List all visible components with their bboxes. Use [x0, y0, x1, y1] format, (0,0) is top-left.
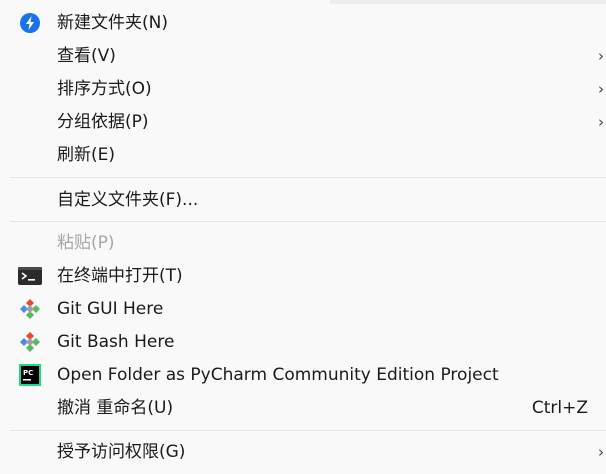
- menu-item-label: 撤消 重命名(U): [57, 398, 174, 418]
- menu-separator: [10, 221, 606, 222]
- menu-item-undo-rename[interactable]: 撤消 重命名(U) Ctrl+Z: [6, 392, 602, 424]
- terminal-icon: [18, 265, 42, 287]
- pycharm-icon-text: PC: [23, 369, 33, 377]
- menu-item-view[interactable]: 查看(V) ›: [6, 40, 604, 72]
- context-menu: 新建文件夹(N) 查看(V) › 排序方式(O) › 分组依据(P) › 刷新(…: [0, 0, 606, 474]
- menu-item-label: 在终端中打开(T): [57, 266, 183, 286]
- menu-separator: [10, 430, 606, 431]
- menu-item-git-gui-here[interactable]: Git GUI Here: [6, 293, 602, 325]
- menu-item-label: 分组依据(P): [57, 112, 149, 132]
- chevron-right-icon: ›: [598, 47, 604, 65]
- menu-separator: [10, 177, 606, 178]
- window-edge: [330, 0, 606, 4]
- menu-item-open-in-terminal[interactable]: 在终端中打开(T): [6, 260, 602, 292]
- chevron-right-icon: ›: [598, 443, 604, 461]
- menu-item-customize-folder[interactable]: 自定义文件夹(F)...: [6, 184, 602, 216]
- menu-item-paste: 粘贴(P): [6, 227, 602, 259]
- menu-item-label: 刷新(E): [57, 145, 116, 165]
- chevron-right-icon: ›: [598, 113, 604, 131]
- menu-item-sort-by[interactable]: 排序方式(O) ›: [6, 73, 604, 105]
- menu-item-label: 新建文件夹(N): [57, 13, 168, 33]
- menu-item-new-folder[interactable]: 新建文件夹(N): [6, 7, 602, 39]
- pycharm-icon: PC: [18, 364, 42, 386]
- menu-item-refresh[interactable]: 刷新(E): [6, 139, 602, 171]
- menu-item-label: Open Folder as PyCharm Community Edition…: [57, 365, 499, 385]
- menu-item-label: Git Bash Here: [57, 332, 175, 352]
- menu-item-label: 查看(V): [57, 46, 116, 66]
- menu-item-give-access[interactable]: 授予访问权限(G) ›: [6, 436, 604, 468]
- menu-item-label: 排序方式(O): [57, 79, 152, 99]
- menu-item-git-bash-here[interactable]: Git Bash Here: [6, 326, 602, 358]
- menu-item-label: 授予访问权限(G): [57, 442, 186, 462]
- menu-item-open-pycharm[interactable]: PC Open Folder as PyCharm Community Edit…: [6, 359, 602, 391]
- shortcut-text: Ctrl+Z: [531, 398, 588, 418]
- menu-item-label: Git GUI Here: [57, 299, 164, 319]
- chevron-right-icon: ›: [598, 80, 604, 98]
- menu-item-group-by[interactable]: 分组依据(P) ›: [6, 106, 604, 138]
- git-icon: [18, 298, 42, 320]
- menu-item-label: 粘贴(P): [57, 233, 115, 253]
- git-icon: [18, 331, 42, 353]
- new-folder-icon: [18, 12, 42, 34]
- menu-item-label: 自定义文件夹(F)...: [57, 190, 199, 210]
